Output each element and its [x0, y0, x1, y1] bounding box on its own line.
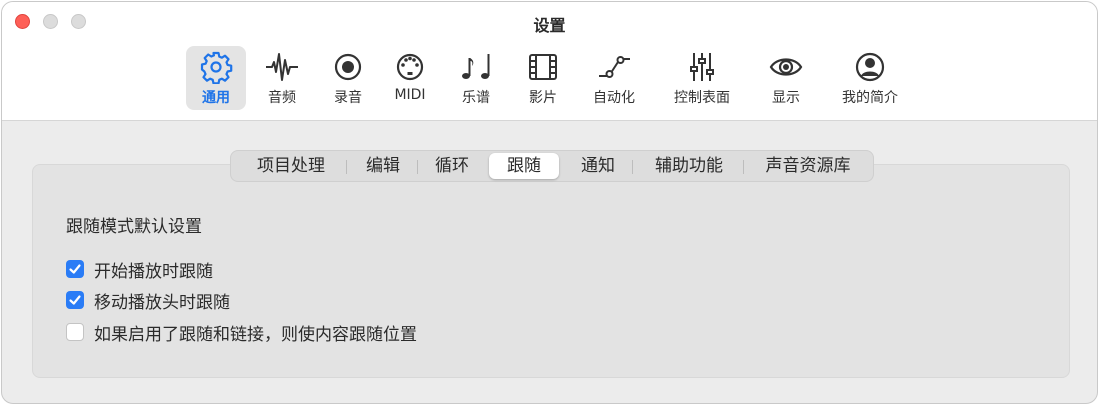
film-icon	[529, 54, 557, 80]
tab-cycle[interactable]: 循环	[423, 153, 481, 179]
tab-sound-library[interactable]: 声音资源库	[749, 153, 867, 179]
toolbar-item-control-surfaces[interactable]: 控制表面	[662, 46, 742, 110]
midi-icon	[396, 53, 424, 81]
tab-separator	[632, 160, 633, 174]
toolbar-item-label: 影片	[529, 90, 557, 106]
tab-catch[interactable]: 跟随	[489, 153, 559, 179]
toolbar-item-display[interactable]: 显示	[756, 46, 816, 110]
toolbar-item-record[interactable]: 录音	[318, 46, 378, 110]
checkbox-checked[interactable]	[66, 260, 84, 278]
toolbar-item-label: 我的简介	[842, 90, 898, 106]
person-icon	[855, 52, 885, 82]
gear-icon	[200, 51, 233, 84]
title-bar: 设置 通用 音频 录音 MIDI 乐谱 影片 自动化 控制表面 显示 我的简介	[2, 2, 1097, 121]
waveform-icon	[266, 53, 298, 81]
toolbar-item-label: 通用	[202, 90, 230, 106]
tab-bar: 项目处理 编辑 循环 跟随 通知 辅助功能 声音资源库	[230, 150, 874, 182]
music-notes-icon	[462, 54, 490, 79]
option-catch-on-playhead-move[interactable]: 移动播放头时跟随	[66, 289, 230, 313]
checkmark-icon	[69, 264, 81, 274]
automation-icon	[599, 56, 630, 78]
checkbox-unchecked[interactable]	[66, 323, 84, 341]
record-icon	[334, 53, 362, 81]
checkbox-label: 开始播放时跟随	[94, 261, 213, 282]
tab-separator	[743, 160, 744, 174]
toolbar-item-general[interactable]: 通用	[186, 46, 246, 110]
window-title: 设置	[533, 16, 566, 35]
settings-window: 设置 通用 音频 录音 MIDI 乐谱 影片 自动化 控制表面 显示 我的简介 …	[1, 1, 1098, 404]
sliders-icon	[690, 53, 714, 81]
toolbar-item-label: 音频	[268, 90, 296, 106]
toolbar-item-label: 显示	[772, 90, 800, 106]
toolbar-item-midi[interactable]: MIDI	[380, 46, 440, 110]
tab-separator	[417, 160, 418, 174]
settings-toolbar: 通用 音频 录音 MIDI 乐谱 影片 自动化 控制表面 显示 我的简介	[2, 42, 1097, 112]
eye-icon	[769, 58, 803, 76]
toolbar-item-label: MIDI	[394, 87, 426, 103]
tab-separator	[346, 160, 347, 174]
tab-project-handling[interactable]: 项目处理	[239, 153, 343, 179]
tab-editing[interactable]: 编辑	[351, 153, 415, 179]
option-content-catch-position[interactable]: 如果启用了跟随和链接，则使内容跟随位置	[66, 321, 417, 345]
toolbar-item-label: 录音	[334, 90, 362, 106]
tab-notifications[interactable]: 通知	[569, 153, 627, 179]
checkbox-checked[interactable]	[66, 291, 84, 309]
section-title: 跟随模式默认设置	[66, 217, 202, 237]
toolbar-item-label: 控制表面	[674, 90, 730, 106]
toolbar-item-label: 自动化	[593, 90, 635, 106]
checkmark-icon	[69, 295, 81, 305]
tab-accessibility[interactable]: 辅助功能	[637, 153, 741, 179]
checkbox-label: 如果启用了跟随和链接，则使内容跟随位置	[94, 324, 417, 345]
checkbox-label: 移动播放头时跟随	[94, 292, 230, 313]
toolbar-item-label: 乐谱	[462, 90, 490, 106]
toolbar-item-score[interactable]: 乐谱	[446, 46, 506, 110]
toolbar-item-automation[interactable]: 自动化	[582, 46, 646, 110]
toolbar-item-movie[interactable]: 影片	[513, 46, 573, 110]
toolbar-item-my-info[interactable]: 我的简介	[830, 46, 910, 110]
toolbar-item-audio[interactable]: 音频	[252, 46, 312, 110]
option-catch-on-playback[interactable]: 开始播放时跟随	[66, 258, 213, 282]
